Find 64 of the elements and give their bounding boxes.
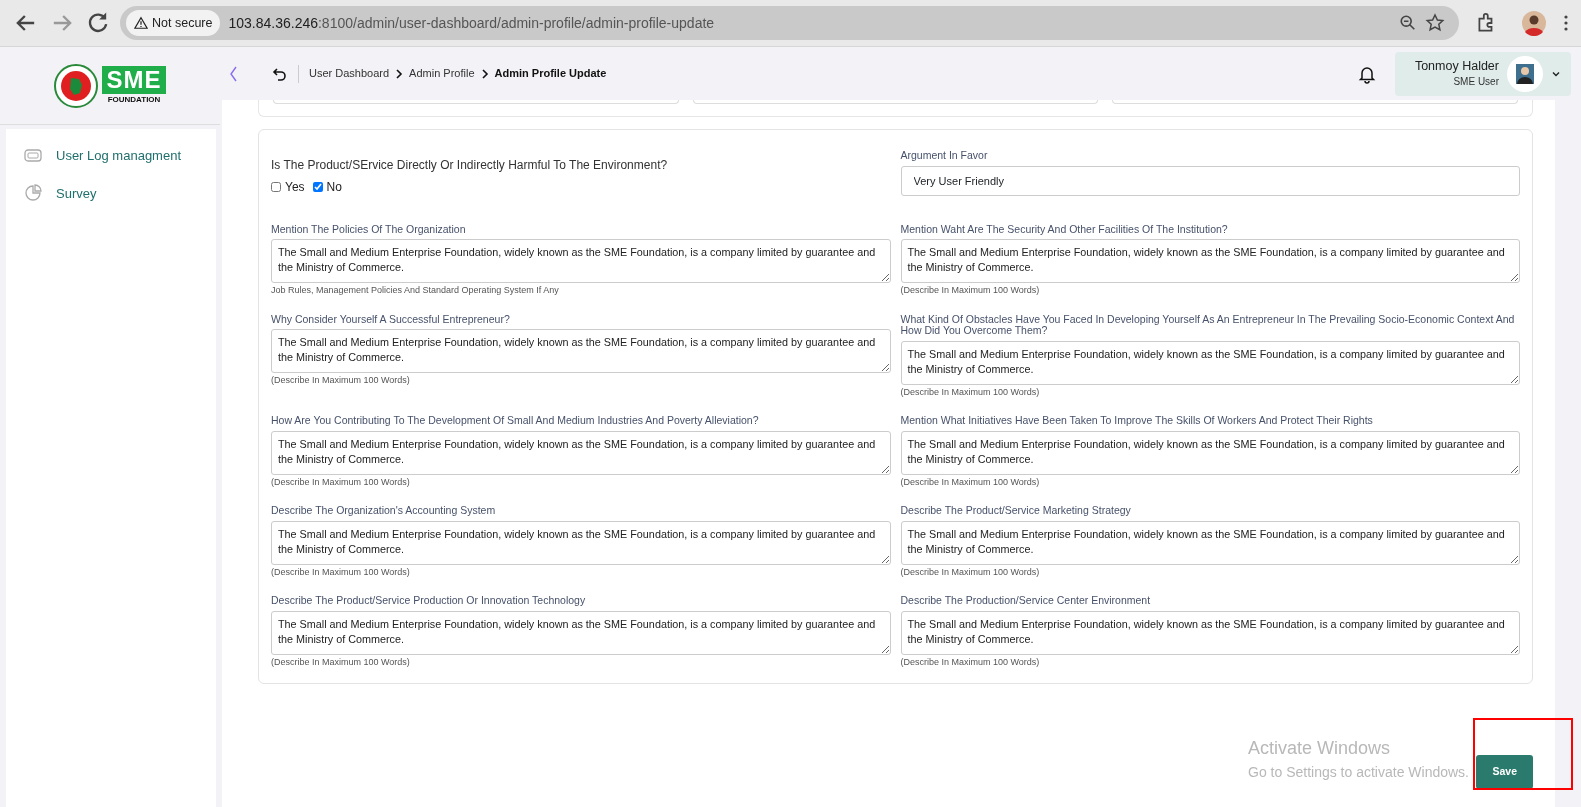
text-area[interactable]: The Small and Medium Enterprise Foundation, widely known as the SME Foundation, is a company limited by guarantee and the Ministry of Commerce. bbox=[900, 430, 1520, 475]
text-area[interactable]: The Small and Medium Enterprise Foundation, widely known as the SME Foundation, is a company limited by guarantee and the Ministry of Commerce. bbox=[271, 239, 891, 284]
field-hint: (Describe In Maximum 100 Words) bbox=[900, 284, 1041, 298]
text-area[interactable]: The Small and Medium Enterprise Foundation, widely known as the SME Foundation, is a company limited by guarantee and the Ministry of Commerce. bbox=[271, 520, 891, 565]
activation-notice: Activate Windows Go to Settings to activate Windows. bbox=[1248, 737, 1469, 782]
field-hint: (Describe In Maximum 100 Words) bbox=[900, 655, 1041, 669]
address-bar[interactable]: Not secure 103.84.36.246:8100/admin/user-dashboard/admin-profile/admin-profile-update bbox=[120, 6, 1459, 40]
field-hint: (Describe In Maximum 100 Words) bbox=[271, 475, 411, 489]
collapse-icon[interactable] bbox=[228, 64, 238, 83]
text-area[interactable]: The Small and Medium Enterprise Foundation, widely known as the SME Foundation, is a company limited by guarantee and the Ministry of Commerce. bbox=[271, 430, 891, 475]
user-menu[interactable]: Tonmoy Halder SME User bbox=[1394, 51, 1571, 96]
breadcrumb-link[interactable]: User Dashboard bbox=[309, 65, 390, 82]
field-hint: (Describe In Maximum 100 Words) bbox=[271, 374, 411, 388]
star-icon[interactable] bbox=[1425, 13, 1445, 33]
field-label: Describe The Product/Service Marketing Strategy bbox=[900, 505, 1132, 517]
url-text: 103.84.36.246:8100/admin/user-dashboard/admin-profile/admin-profile-update bbox=[228, 13, 715, 33]
warning-icon bbox=[134, 16, 148, 30]
emblem-icon bbox=[54, 63, 99, 108]
log-icon bbox=[24, 148, 42, 163]
profile-avatar-icon[interactable] bbox=[1521, 10, 1547, 36]
field-label: Mention What Initiatives Have Been Taken To Improve The Skills Of Workers And Protect Their Rights bbox=[900, 415, 1374, 427]
field-hint: (Describe In Maximum 100 Words) bbox=[900, 475, 1041, 489]
field-label: Describe The Product/Service Production Or Innovation Technology bbox=[271, 595, 587, 607]
chevron-right-icon bbox=[480, 68, 489, 79]
text-input[interactable]: Very User Friendly bbox=[900, 165, 1520, 196]
field-label: What Kind Of Obstacles Have You Faced In Developing Yourself As An Entrepreneur In The Prevailing Socio-Economic Context And How Did You Overcome Them? bbox=[900, 313, 1516, 337]
field-label: Why Consider Yourself A Successful Entrepreneur? bbox=[271, 313, 511, 326]
text-area[interactable]: The Small and Medium Enterprise Foundation, widely known as the SME Foundation, is a company limited by guarantee and the Ministry of Commerce. bbox=[900, 239, 1520, 284]
sidebar-item[interactable]: Survey bbox=[6, 174, 216, 212]
user-name: Tonmoy Halder bbox=[1414, 58, 1499, 74]
checkbox[interactable] bbox=[312, 182, 323, 192]
option-label: Yes bbox=[285, 179, 305, 196]
field-hint: (Describe In Maximum 100 Words) bbox=[271, 655, 411, 669]
field-hint: (Describe In Maximum 100 Words) bbox=[271, 565, 411, 579]
text-area[interactable]: The Small and Medium Enterprise Foundation, widely known as the SME Foundation, is a company limited by guarantee and the Ministry of Commerce. bbox=[900, 520, 1520, 565]
save-button[interactable]: Save bbox=[1476, 755, 1533, 789]
text-area[interactable]: The Small and Medium Enterprise Foundation, widely known as the SME Foundation, is a company limited by guarantee and the Ministry of Commerce. bbox=[271, 329, 891, 374]
user-role: SME User bbox=[1452, 74, 1499, 89]
zoom-icon[interactable] bbox=[1399, 14, 1417, 32]
field-hint: Job Rules, Management Policies And Standard Operating System If Any bbox=[271, 284, 560, 298]
user-avatar-icon bbox=[1507, 55, 1543, 92]
question-text: Is The Product/SErvice Directly Or Indirectly Harmful To The Environment? bbox=[271, 157, 669, 174]
security-chip[interactable]: Not secure bbox=[126, 10, 221, 36]
field-hint: (Describe In Maximum 100 Words) bbox=[900, 565, 1041, 579]
field-label: Describe The Production/Service Center Environment bbox=[900, 595, 1152, 607]
field-label: Mention Waht Are The Security And Other Facilities Of The Institution? bbox=[900, 223, 1229, 236]
breadcrumb-current: Admin Profile Update bbox=[494, 66, 607, 82]
menu-icon[interactable] bbox=[1563, 14, 1569, 32]
field-label: Argument In Favor bbox=[900, 150, 989, 162]
chevron-right-icon bbox=[395, 68, 404, 79]
security-label: Not secure bbox=[152, 14, 213, 32]
pie-chart-icon bbox=[24, 184, 42, 203]
text-area[interactable]: The Small and Medium Enterprise Foundation, widely known as the SME Foundation, is a company limited by guarantee and the Ministry of Commerce. bbox=[900, 610, 1520, 655]
text-area[interactable]: The Small and Medium Enterprise Foundation, widely known as the SME Foundation, is a company limited by guarantee and the Ministry of Commerce. bbox=[900, 340, 1520, 385]
option-label: No bbox=[326, 179, 342, 196]
undo-icon[interactable] bbox=[272, 65, 288, 82]
sidebar-item[interactable]: User Log managment bbox=[6, 137, 216, 175]
field-label: How Are You Contributing To The Development Of Small And Medium Industries And Poverty Alleviation? bbox=[271, 415, 760, 427]
text-area[interactable]: The Small and Medium Enterprise Foundation, widely known as the SME Foundation, is a company limited by guarantee and the Ministry of Commerce. bbox=[271, 610, 891, 655]
breadcrumb-link[interactable]: Admin Profile bbox=[409, 65, 475, 82]
field-hint: (Describe In Maximum 100 Words) bbox=[900, 385, 1041, 399]
field-label: Mention The Policies Of The Organization bbox=[271, 223, 467, 236]
field-label: Describe The Organization's Accounting System bbox=[271, 505, 497, 517]
checkbox[interactable] bbox=[271, 182, 281, 192]
